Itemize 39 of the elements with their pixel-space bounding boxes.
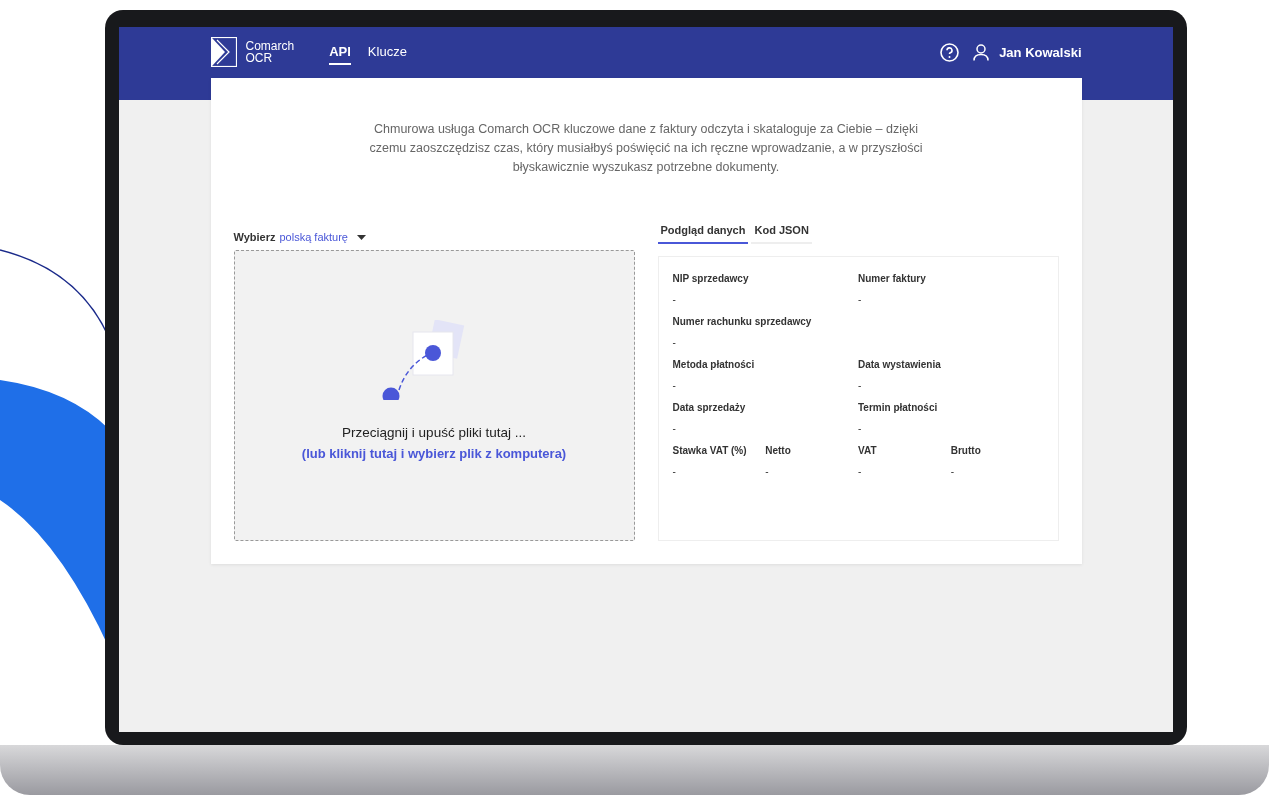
field-label: Numer rachunku sprzedawcy xyxy=(672,316,813,327)
help-icon[interactable] xyxy=(940,42,960,62)
logo-text: OCR xyxy=(245,52,274,64)
field-label: Netto xyxy=(765,445,792,456)
tab[interactable]: Podgląd danych xyxy=(657,224,749,244)
field-label: Brutto xyxy=(950,445,982,456)
field-value: - xyxy=(672,466,677,477)
field-label: Metoda płatności xyxy=(672,359,756,370)
field-value: - xyxy=(858,294,863,305)
field-value: - xyxy=(672,380,677,391)
nav-tab[interactable]: Klucze xyxy=(367,39,407,65)
field-value: - xyxy=(950,466,956,477)
field-label: VAT xyxy=(858,445,878,456)
choose-file-link[interactable]: (lub kliknij tutaj i wybierz plik z komputera) xyxy=(301,446,567,461)
file-dropzone[interactable]: Przeciągnij i upuść pliki tutaj ... (lub kliknij tutaj i wybierz plik z komputera) xyxy=(233,250,635,541)
logo-icon xyxy=(210,37,237,67)
field-label: Numer faktury xyxy=(858,273,927,284)
caret-icon[interactable] xyxy=(356,234,366,240)
user-name[interactable]: Jan Kowalski xyxy=(999,44,1082,60)
logo-text: Comarch xyxy=(245,40,295,52)
nav-tab[interactable]: API xyxy=(329,39,351,65)
user-icon[interactable] xyxy=(973,43,990,61)
field-label: NIP sprzedawcy xyxy=(672,273,750,284)
field-value: - xyxy=(858,423,863,434)
field-value: - xyxy=(672,337,677,348)
field-label: Termin płatności xyxy=(858,402,939,413)
field-label: Stawka VAT (%) xyxy=(672,445,748,456)
field-value: - xyxy=(672,423,677,434)
dropzone-text: Przeciągnij i upuść pliki tutaj ... xyxy=(342,425,526,440)
field-value: - xyxy=(672,294,677,305)
field-value: - xyxy=(858,466,863,477)
field-label: Data sprzedaży xyxy=(672,402,747,413)
invoice-type-dropdown[interactable]: polską fakturę xyxy=(279,231,348,243)
field-value: - xyxy=(765,466,770,477)
field-label: Data wystawienia xyxy=(858,359,942,370)
tab[interactable]: Kod JSON xyxy=(751,224,812,244)
field-value: - xyxy=(858,380,863,391)
selector-label: Wybierz xyxy=(233,231,276,243)
intro-paragraph: Chmurowa usługa Comarch OCR kluczowe dane z faktury odczyta i skataloguje za Ciebie – dzięki czemu zaoszczędzisz czas, który musiałbyś poświęcić na ich ręczne wprowadzanie, a w przyszłości błyskawicznie wyszukasz potrzebne dokumenty. xyxy=(368,121,924,176)
